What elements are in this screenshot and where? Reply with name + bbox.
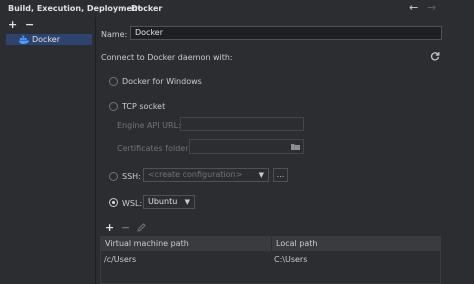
column-header-vm-path[interactable]: Virtual machine path (101, 237, 271, 251)
cell-local-path: C:\Users (274, 255, 308, 264)
cell-vm-path: /c/Users (104, 255, 137, 264)
wsl-distribution-select[interactable]: Ubuntu ▼ (143, 195, 195, 209)
chevron-down-icon: ▼ (184, 198, 190, 206)
tree-item-label: Docker (32, 35, 61, 44)
radio-ssh[interactable] (109, 172, 118, 181)
ssh-select-value: <create configuration> (148, 170, 243, 179)
ssh-more-button[interactable]: ... (273, 168, 288, 182)
ssh-configuration-select[interactable]: <create configuration> ▼ (143, 168, 269, 182)
tree-item-docker[interactable]: Docker (6, 34, 92, 45)
add-mapping-button[interactable]: + (105, 222, 114, 233)
engine-api-url-label: Engine API URL: (117, 121, 181, 130)
docker-whale-icon (19, 35, 30, 46)
wsl-select-value: Ubuntu (148, 197, 178, 206)
back-arrow-icon[interactable]: ← (409, 1, 418, 14)
folder-icon[interactable] (291, 143, 300, 152)
connect-label: Connect to Docker daemon with: (101, 53, 233, 62)
remove-mapping-button[interactable]: − (121, 222, 130, 233)
column-header-local-path[interactable]: Local path (272, 237, 440, 251)
docker-for-windows-label: Docker for Windows (122, 77, 202, 86)
name-field[interactable]: Docker (130, 26, 442, 40)
radio-tcp-socket[interactable] (109, 102, 118, 111)
engine-api-url-input[interactable] (180, 117, 304, 131)
pencil-icon[interactable] (137, 223, 146, 234)
add-button[interactable]: + (8, 19, 17, 30)
path-mappings-table: Virtual machine path Local path /c/Users… (100, 236, 441, 284)
tcp-socket-label: TCP socket (122, 102, 166, 111)
forward-arrow-icon[interactable]: → (427, 1, 436, 14)
certificates-folder-label: Certificates folder: (117, 144, 192, 153)
wsl-label: WSL: (122, 199, 143, 208)
breadcrumb-page: Docker (131, 4, 163, 13)
radio-wsl[interactable] (109, 198, 118, 207)
radio-docker-for-windows[interactable] (109, 77, 118, 86)
ssh-label: SSH: (122, 172, 141, 181)
name-label: Name: (101, 30, 128, 39)
breadcrumb-separator: › (122, 3, 126, 13)
top-bar: Build, Execution, Deployment › Docker ← … (0, 0, 474, 17)
left-pane (0, 17, 96, 284)
remove-button[interactable]: − (25, 19, 34, 30)
refresh-icon[interactable] (430, 51, 440, 63)
chevron-down-icon: ▼ (258, 171, 264, 179)
certificates-folder-input[interactable] (189, 139, 304, 154)
